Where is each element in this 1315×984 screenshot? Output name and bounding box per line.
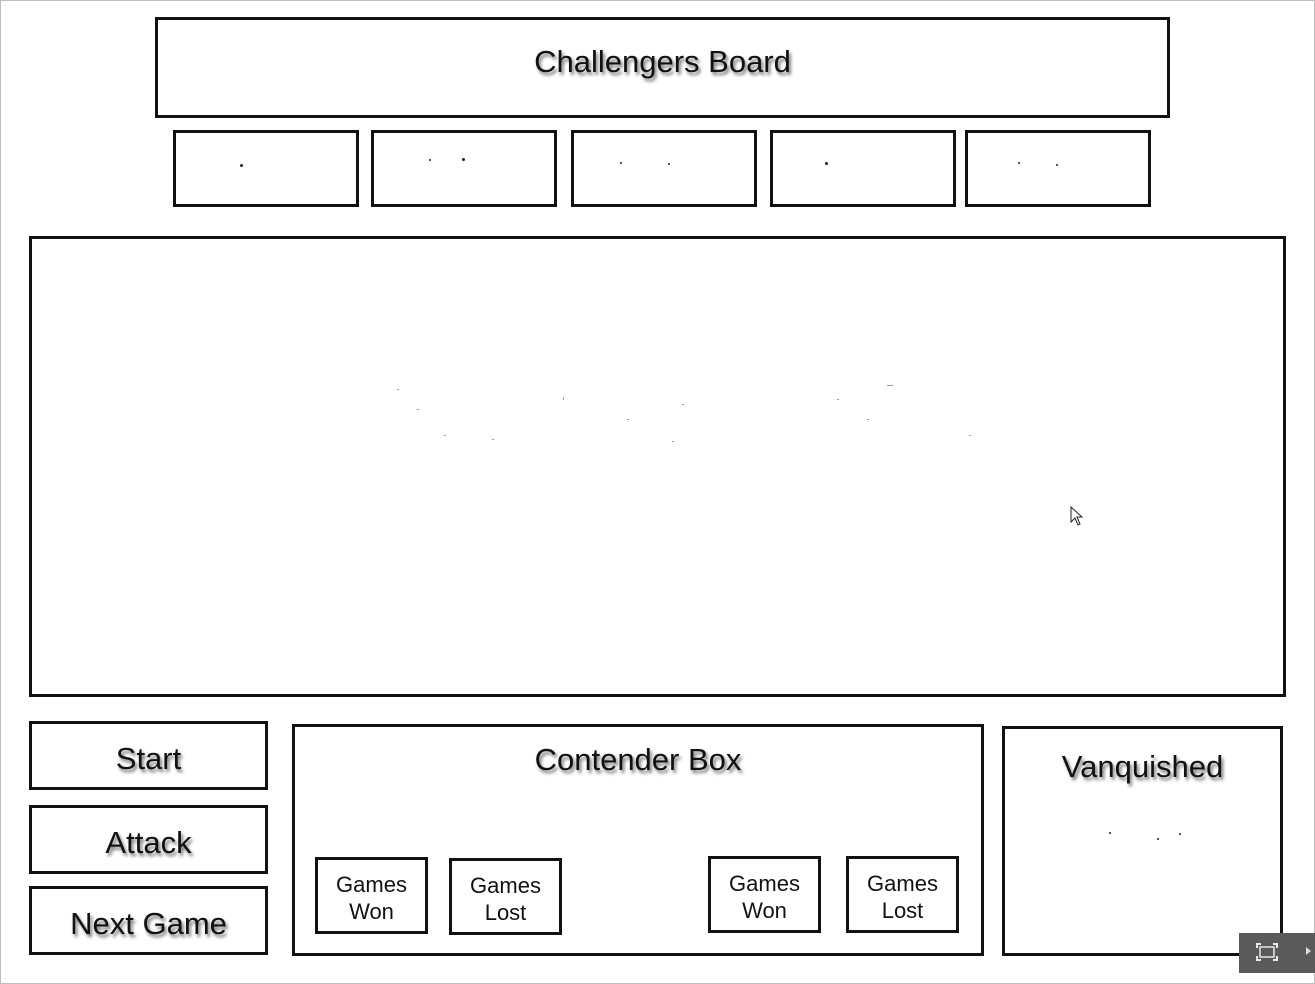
stat-label-bottom: Won: [742, 898, 787, 923]
challenger-slot-4[interactable]: [770, 130, 956, 207]
arena-speck: [444, 435, 446, 436]
arena-speck: [682, 404, 684, 405]
slot-dot: [1056, 164, 1058, 166]
fullscreen-icon: [1256, 943, 1278, 961]
chevron-right-icon: [1306, 947, 1311, 955]
opponent-games-won: Games Won: [708, 856, 821, 933]
arena-speck: [672, 441, 674, 442]
attack-button-label: Attack: [105, 825, 192, 860]
arena-speck: [492, 439, 494, 440]
opponent-games-lost: Games Lost: [846, 856, 959, 933]
next-game-button-label: Next Game: [70, 906, 227, 941]
challengers-board-header: Challengers Board: [155, 17, 1170, 118]
contender-box-title: Contender Box: [534, 742, 742, 777]
slot-dot: [668, 163, 670, 165]
vanquished-title: Vanquished: [1061, 749, 1224, 784]
stat-label-bottom: Lost: [484, 900, 527, 925]
slot-dot: [240, 164, 243, 167]
challenger-slot-5[interactable]: [965, 130, 1151, 207]
arena-speck: [627, 419, 629, 420]
player-games-won: Games Won: [315, 857, 428, 934]
stat-label-top: Games: [729, 871, 800, 896]
stat-label-top: Games: [336, 872, 407, 897]
stat-label-top: Games: [470, 873, 541, 898]
stat-label-bottom: Lost: [881, 898, 924, 923]
stat-label-bottom: Won: [349, 899, 394, 924]
mouse-cursor-icon: [1070, 505, 1084, 531]
battle-arena[interactable]: [29, 236, 1286, 697]
challenger-slot-2[interactable]: [371, 130, 557, 207]
attack-button[interactable]: Attack: [29, 805, 268, 874]
vanquished-dot: [1109, 832, 1111, 834]
start-button-label: Start: [115, 741, 182, 776]
arena-speck: [837, 399, 839, 400]
arena-speck: [887, 385, 893, 386]
stat-label-top: Games: [867, 871, 938, 896]
next-game-button[interactable]: Next Game: [29, 886, 268, 955]
challengers-board-title: Challengers Board: [534, 44, 791, 79]
slot-dot: [620, 162, 622, 164]
arena-speck: [969, 435, 971, 436]
vanquished-dot: [1157, 838, 1159, 840]
arena-speck: [397, 389, 399, 390]
fullscreen-button[interactable]: [1239, 933, 1315, 973]
slot-dot: [462, 158, 465, 161]
challenger-slot-3[interactable]: [571, 130, 757, 207]
vanquished-dot: [1179, 833, 1181, 835]
start-button[interactable]: Start: [29, 721, 268, 790]
vanquished-box: Vanquished: [1002, 726, 1283, 956]
slot-dot: [429, 159, 431, 161]
slot-dot: [825, 162, 828, 165]
challenger-slot-1[interactable]: [173, 130, 359, 207]
arena-speck: [417, 409, 419, 410]
slot-dot: [1018, 162, 1020, 164]
contender-box: Contender Box Games Won Games Lost Games…: [292, 724, 984, 956]
arena-speck: [867, 419, 869, 420]
player-games-lost: Games Lost: [449, 858, 562, 935]
arena-speck: [563, 397, 564, 400]
